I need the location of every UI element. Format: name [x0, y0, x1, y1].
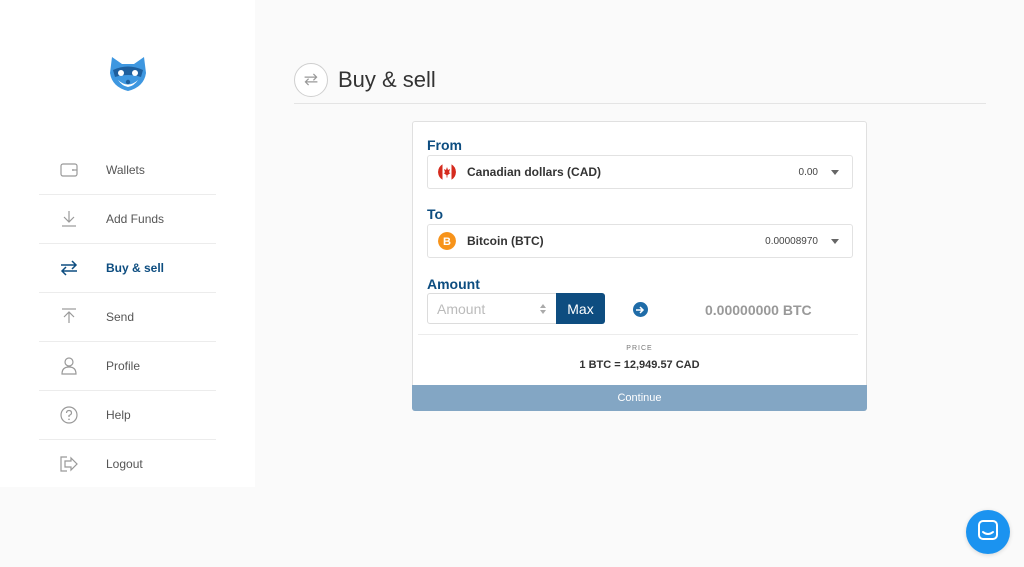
amount-input[interactable]: [427, 293, 557, 324]
chat-icon: [977, 519, 999, 546]
buy-sell-form: From Canadian dollars (CAD) 0.00 To B Bi…: [412, 121, 867, 411]
sidebar-item-add-funds[interactable]: Add Funds: [39, 195, 216, 244]
sidebar-nav: Wallets Add Funds Buy & sell Send Profil…: [39, 146, 216, 488]
main-content: Buy & sell From Canadian dollars (CAD) 0…: [255, 0, 1024, 567]
sidebar: Wallets Add Funds Buy & sell Send Profil…: [0, 0, 255, 487]
chevron-down-icon: [818, 238, 852, 244]
sidebar-item-label: Buy & sell: [106, 261, 165, 275]
sidebar-item-label: Profile: [106, 359, 141, 373]
upload-icon: [39, 308, 97, 326]
sidebar-item-send[interactable]: Send: [39, 293, 216, 342]
wallet-icon: [39, 162, 97, 178]
bitcoin-icon: B: [438, 232, 456, 250]
sidebar-item-label: Logout: [106, 457, 143, 471]
svg-text:B: B: [443, 236, 451, 248]
to-currency-name: Bitcoin (BTC): [467, 234, 544, 248]
from-currency-name: Canadian dollars (CAD): [467, 165, 602, 179]
sidebar-item-buy-sell[interactable]: Buy & sell: [39, 244, 216, 293]
converted-amount: 0.00000000 BTC: [705, 302, 812, 318]
sidebar-item-label: Wallets: [106, 163, 145, 177]
exchange-icon: [39, 260, 97, 276]
continue-button[interactable]: Continue: [412, 385, 867, 411]
sidebar-item-help[interactable]: Help: [39, 391, 216, 440]
exchange-icon: [294, 62, 328, 97]
amount-label: Amount: [427, 276, 480, 292]
from-currency-select[interactable]: Canadian dollars (CAD) 0.00: [427, 155, 853, 189]
from-label: From: [427, 137, 462, 153]
arrow-right-icon: [633, 302, 648, 317]
page-header: Buy & sell: [294, 52, 436, 107]
sidebar-item-label: Send: [106, 310, 135, 324]
price-value: 1 BTC = 12,949.57 CAD: [579, 359, 700, 371]
to-balance: 0.00008970: [765, 235, 818, 247]
sidebar-item-label: Add Funds: [106, 212, 165, 226]
user-icon: [39, 357, 97, 375]
page-title: Buy & sell: [338, 66, 436, 92]
to-currency-select[interactable]: B Bitcoin (BTC) 0.00008970: [427, 224, 853, 258]
header-divider: [294, 103, 986, 104]
to-label: To: [427, 206, 444, 222]
download-icon: [39, 210, 97, 228]
from-balance: 0.00: [798, 166, 818, 178]
sidebar-item-profile[interactable]: Profile: [39, 342, 216, 391]
sidebar-item-wallets[interactable]: Wallets: [39, 146, 216, 195]
help-icon: [39, 406, 97, 424]
max-button[interactable]: Max: [556, 293, 605, 324]
price-divider: [418, 334, 858, 335]
raccoon-logo-icon[interactable]: [106, 55, 150, 93]
sidebar-item-logout[interactable]: Logout: [39, 440, 216, 488]
number-spinner-icon[interactable]: [539, 303, 547, 315]
chevron-down-icon: [818, 169, 852, 175]
canada-flag-icon: [438, 163, 456, 181]
price-label: PRICE: [626, 345, 653, 352]
logout-icon: [39, 456, 97, 472]
sidebar-item-label: Help: [106, 408, 131, 422]
chat-launcher-button[interactable]: [966, 510, 1010, 554]
